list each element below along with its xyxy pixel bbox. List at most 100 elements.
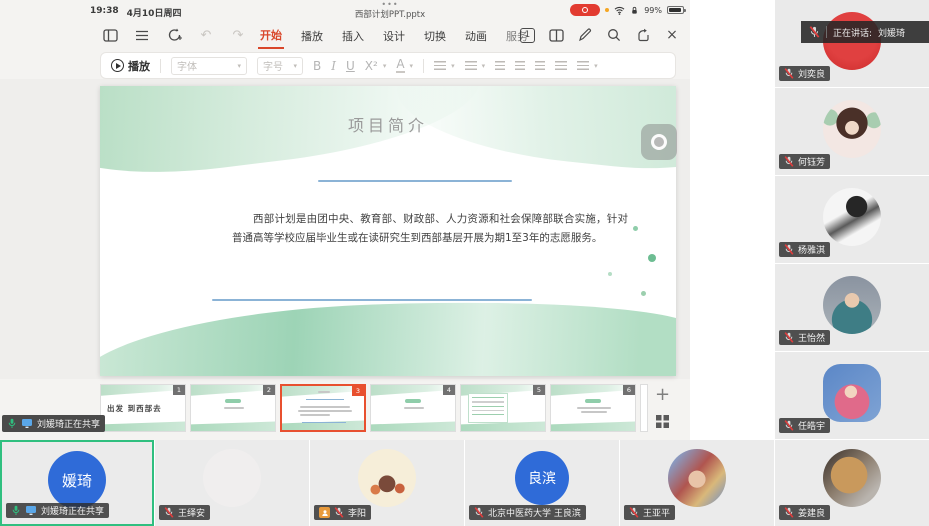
- slide-thumbnail-5[interactable]: 5: [460, 384, 546, 432]
- ribbon-tabs: 开始 播放 插入 设计 切换 动画 服务: [258, 22, 530, 50]
- divider-line-bottom: [212, 299, 532, 301]
- video-tile-wangyian[interactable]: 王绎安: [155, 440, 309, 526]
- font-size-dropdown[interactable]: 字号▾: [257, 57, 303, 75]
- split-view-icon[interactable]: [548, 27, 564, 43]
- undo-icon[interactable]: ↶: [198, 27, 214, 43]
- participant-name-badge: 何钰芳: [779, 154, 830, 169]
- slide-canvas: 项目简介 西部计划是由团中央、教育部、财政部、人力资源和社会保障部联合实施，针对…: [0, 79, 690, 379]
- pen-annotate-icon[interactable]: [577, 27, 593, 43]
- participant-name-badge: 王怡然: [779, 330, 830, 345]
- video-tile-liuyiliang[interactable]: 刘奕良: [775, 0, 929, 87]
- avatar: [823, 276, 881, 334]
- status-date: 4月10日周四: [127, 6, 182, 19]
- orientation-lock-icon: [630, 6, 639, 15]
- play-button[interactable]: 播放: [111, 58, 150, 74]
- sharing-status-text: 刘媛琦正在共享: [37, 417, 100, 430]
- screen-recording-pill[interactable]: [570, 4, 600, 16]
- tab-design[interactable]: 设计: [381, 24, 407, 48]
- close-icon[interactable]: ×: [664, 27, 680, 43]
- share-icon[interactable]: [635, 27, 651, 43]
- search-icon[interactable]: [606, 27, 622, 43]
- meeting-app: 19:38 4月10日周四 ••• 西部计划PPT.pptx 99%: [0, 0, 929, 526]
- screenshare-icon: [25, 505, 37, 516]
- bold-button[interactable]: B: [313, 59, 321, 73]
- participant-name-badge: 北京中医药大学 王良滨: [469, 505, 586, 520]
- orange-privacy-dot-icon: [605, 8, 609, 12]
- watercolor-stroke-bottom: [100, 293, 676, 376]
- mic-on-icon: [7, 418, 17, 429]
- assistive-touch-button[interactable]: [641, 124, 677, 160]
- video-tile-wangyiran[interactable]: 王怡然: [775, 264, 929, 351]
- tab-play[interactable]: 播放: [299, 24, 325, 48]
- speaking-toast: 正在讲话: 刘媛琦: [801, 21, 929, 43]
- mic-muted-icon: [334, 507, 344, 518]
- video-tile-jiangjianliang[interactable]: 姜建良: [775, 440, 929, 526]
- play-icon: [111, 59, 124, 72]
- slide-thumbnail-1[interactable]: 1 出发 到西部去: [100, 384, 186, 432]
- avatar: [823, 364, 881, 422]
- tab-insert[interactable]: 插入: [340, 24, 366, 48]
- slide-thumbnail-partial[interactable]: [640, 384, 648, 432]
- slide-body-text: 西部计划是由团中央、教育部、财政部、人力资源和社会保障部联合实施，针对普通高等学…: [232, 210, 628, 249]
- slide-thumbnail-4[interactable]: 4: [370, 384, 456, 432]
- align-left-icon[interactable]: [495, 61, 505, 71]
- watercolor-stroke-top-right: [391, 86, 676, 178]
- slide-title: 项目简介: [348, 112, 428, 136]
- sync-share-icon[interactable]: [166, 27, 182, 43]
- justify-icon[interactable]: [555, 61, 567, 71]
- video-tile-liuyuanqi-sharing[interactable]: 媛琦 刘媛琦正在共享: [0, 440, 154, 526]
- screenshare-icon: [21, 418, 33, 429]
- menu-icon[interactable]: [134, 27, 150, 43]
- tab-transition[interactable]: 切换: [422, 24, 448, 48]
- page-number-indicator[interactable]: 1: [520, 28, 535, 43]
- slide-thumbnail-6[interactable]: 6: [550, 384, 636, 432]
- slide-thumbnail-2[interactable]: 2: [190, 384, 276, 432]
- grid-view-button[interactable]: [656, 415, 669, 428]
- document-menu-dots[interactable]: •••: [355, 1, 425, 9]
- slide-thumbnail-3-selected[interactable]: 3: [280, 384, 366, 432]
- thumbnail-1-caption: 出发 到西部去: [107, 403, 162, 414]
- participant-name-badge: 王亚平: [624, 505, 675, 520]
- mic-muted-icon: [784, 68, 794, 79]
- align-right-icon[interactable]: [535, 61, 545, 71]
- align-center-icon[interactable]: [515, 61, 525, 71]
- mic-muted-icon: [784, 420, 794, 431]
- mic-muted-icon: [629, 507, 639, 518]
- video-tile-renhaoyu[interactable]: 任皓宇: [775, 352, 929, 439]
- superscript-button[interactable]: X²▾: [365, 59, 387, 73]
- font-color-button[interactable]: A▾: [396, 58, 413, 73]
- redo-icon[interactable]: ↷: [230, 27, 246, 43]
- participant-name-badge: 李阳: [314, 505, 371, 520]
- video-tile-heyufang[interactable]: 何钰芳: [775, 88, 929, 175]
- record-icon: [582, 7, 588, 13]
- participant-name-badge: 刘媛琦正在共享: [6, 503, 109, 518]
- video-tile-wangyaping[interactable]: 王亚平: [620, 440, 774, 526]
- underline-button[interactable]: U: [346, 59, 355, 73]
- wps-ribbon: ↶ ↷ 开始 播放 插入 设计 切换 动画 服务 1 ×: [0, 22, 690, 50]
- speaking-toast-speaker: 刘媛琦: [878, 26, 905, 39]
- numbered-list-button[interactable]: ▾: [465, 61, 486, 71]
- italic-button[interactable]: I: [331, 59, 336, 73]
- mic-muted-icon: [784, 244, 794, 255]
- slide: 项目简介 西部计划是由团中央、教育部、财政部、人力资源和社会保障部联合实施，针对…: [100, 86, 676, 376]
- mic-muted-icon: [784, 156, 794, 167]
- paragraph-settings-icon[interactable]: ▾: [577, 61, 598, 71]
- panel-view-icon[interactable]: [102, 27, 118, 43]
- ios-status-bar: 19:38 4月10日周四 ••• 西部计划PPT.pptx 99%: [0, 0, 690, 22]
- tab-home[interactable]: 开始: [258, 23, 284, 49]
- video-tile-liyang[interactable]: 李阳: [310, 440, 464, 526]
- video-tile-yangyaqi[interactable]: 杨雅淇: [775, 176, 929, 263]
- video-tile-wangliangbin[interactable]: 良滨 北京中医药大学 王良滨: [465, 440, 619, 526]
- add-slide-button[interactable]: +: [655, 386, 670, 404]
- avatar-initials: 媛琦: [48, 451, 106, 509]
- avatar: [823, 449, 881, 507]
- sharing-status-badge: 刘媛琦正在共享: [2, 415, 105, 432]
- participant-name-badge: 王绎安: [159, 505, 210, 520]
- tab-animation[interactable]: 动画: [463, 24, 489, 48]
- font-family-dropdown[interactable]: 字体▾: [171, 57, 247, 75]
- shared-screen-area: 19:38 4月10日周四 ••• 西部计划PPT.pptx 99%: [0, 0, 690, 440]
- participant-name-badge: 任皓宇: [779, 418, 830, 433]
- mic-on-icon: [11, 505, 21, 516]
- avatar: [823, 100, 881, 158]
- bullet-list-button[interactable]: ▾: [434, 61, 455, 71]
